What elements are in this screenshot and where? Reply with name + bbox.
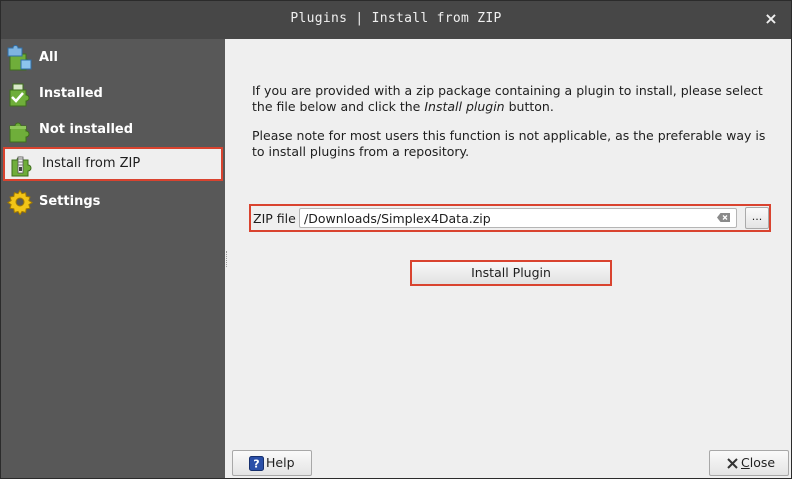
puzzle-installed-icon (9, 83, 30, 107)
puzzle-zip-icon (11, 156, 32, 177)
zip-file-row: ZIP file ... (249, 204, 771, 232)
intro-text: If you are provided with a zip package c… (252, 83, 763, 114)
help-icon: ? (249, 456, 264, 471)
help-button[interactable]: ? Help (232, 450, 312, 476)
window-close-icon[interactable]: × (761, 9, 781, 29)
gear-icon (7, 189, 33, 215)
main-content: If you are provided with a zip package c… (229, 39, 791, 478)
sidebar-item-all[interactable]: All (3, 41, 223, 75)
close-label-rest: lose (749, 455, 776, 470)
sidebar-item-installed[interactable]: Installed (3, 77, 223, 111)
title-bar[interactable]: Plugins | Install from ZIP × (1, 1, 791, 39)
help-label: Help (266, 455, 295, 470)
plugins-dialog: Plugins | Install from ZIP × All Install… (0, 0, 792, 479)
svg-text:?: ? (253, 458, 259, 471)
puzzle-all-icon (7, 45, 32, 71)
puzzle-not-installed-icon (9, 122, 30, 143)
sidebar-item-not-installed[interactable]: Not installed (3, 113, 223, 147)
intro-text-end: button. (508, 99, 554, 114)
close-button[interactable]: Close (709, 450, 789, 476)
clear-input-icon[interactable] (717, 213, 730, 222)
zip-file-input[interactable] (299, 208, 737, 228)
close-label: Close (741, 451, 775, 475)
intro-paragraph: If you are provided with a zip package c… (252, 83, 772, 115)
sidebar: All Installed Not installed Install from… (1, 39, 225, 478)
window-title: Plugins | Install from ZIP (290, 11, 502, 26)
browse-button[interactable]: ... (745, 207, 769, 229)
sidebar-item-label: All (39, 50, 58, 65)
sidebar-item-label: Not installed (39, 122, 134, 137)
sidebar-item-label: Installed (39, 86, 103, 101)
sidebar-item-install-from-zip[interactable]: Install from ZIP (3, 147, 223, 181)
zip-file-label: ZIP file (253, 211, 296, 226)
intro-emphasis: Install plugin (424, 99, 505, 114)
close-mnemonic: C (741, 455, 750, 470)
sidebar-item-label: Settings (39, 194, 101, 209)
install-plugin-button[interactable]: Install Plugin (410, 260, 612, 286)
note-paragraph: Please note for most users this function… (252, 128, 766, 159)
sidebar-item-settings[interactable]: Settings (3, 185, 223, 219)
sidebar-item-label: Install from ZIP (42, 156, 141, 171)
close-icon (727, 458, 738, 469)
